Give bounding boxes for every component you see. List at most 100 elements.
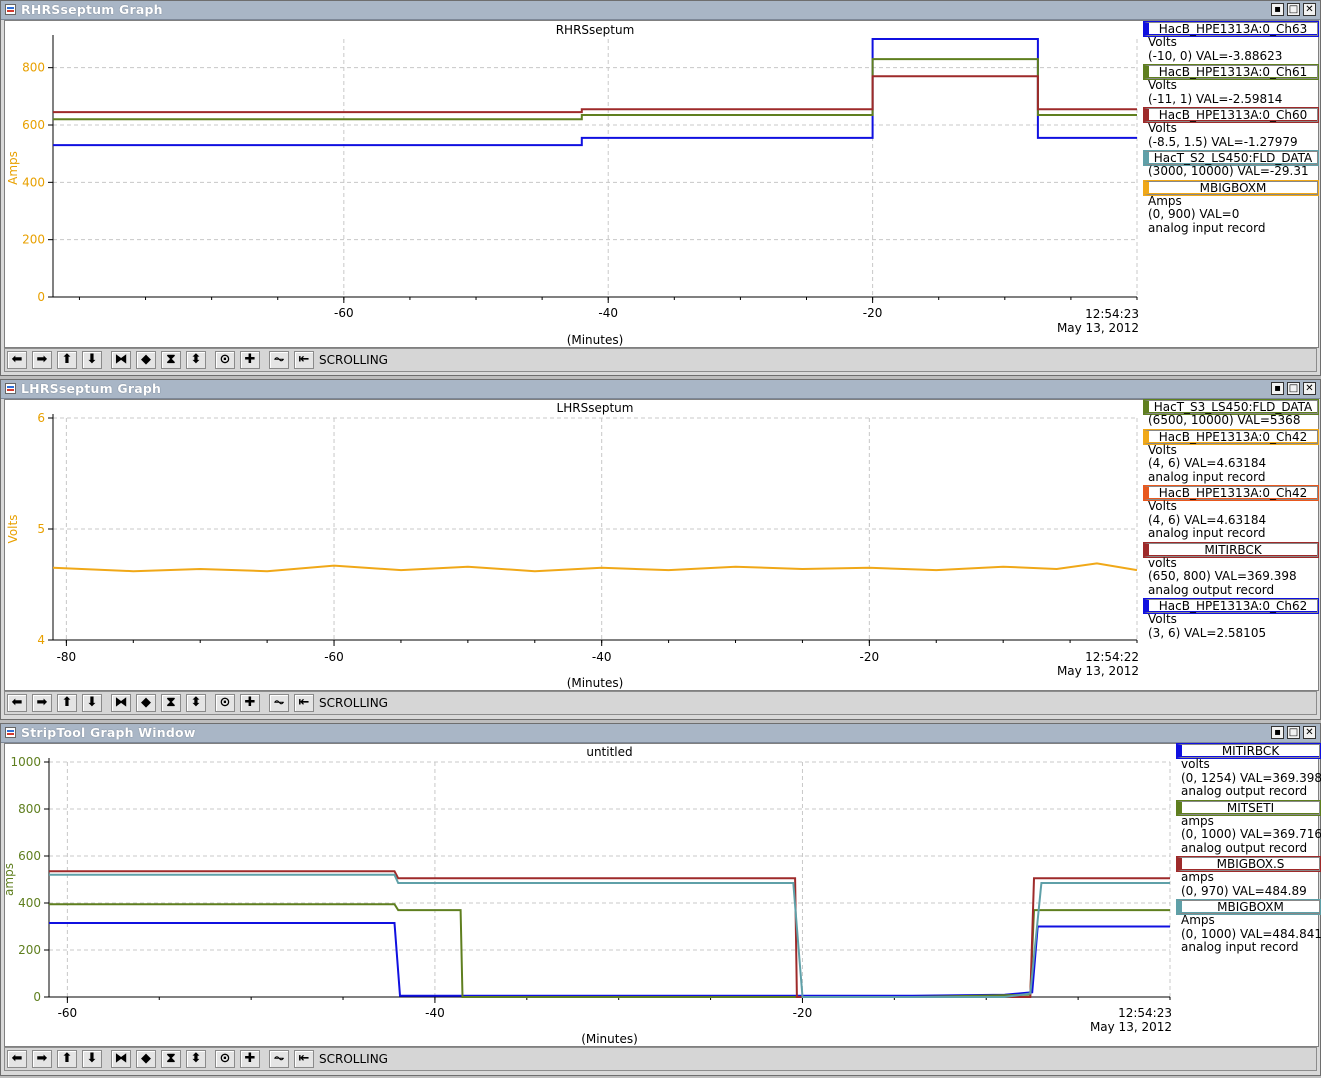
legend-item-name[interactable]: HacT_S2_LS450:FLD_DATA [1144, 151, 1318, 165]
y-tick-label: 800 [18, 802, 41, 816]
pan-up-button[interactable]: ⬆ [57, 351, 77, 369]
chart-plot[interactable]: 4 5 6 -80 -60 -40 -20 LHRSseptum (Minutes) Volts 1… [5, 400, 1142, 690]
graph-area[interactable]: 0 200 400 600 800 -60 -40 -20 RHRSseptum (Minutes… [4, 20, 1319, 348]
close-button[interactable]: ✕ [1303, 382, 1316, 395]
pan-right-button[interactable]: ➡ [32, 694, 52, 712]
zoom-out-x-button[interactable]: ◆ [136, 1050, 156, 1068]
reset-button[interactable]: ✚ [240, 694, 260, 712]
x-axis-label: (Minutes) [567, 676, 624, 690]
zoom-in-x-button[interactable]: ⧓ [111, 694, 131, 712]
reset-button[interactable]: ✚ [240, 1050, 260, 1068]
zoom-in-x-button[interactable]: ⧓ [111, 1050, 131, 1068]
y-tick-label: 400 [22, 175, 45, 189]
zoom-in-x-button[interactable]: ⧓ [111, 351, 131, 369]
legend-item-name[interactable]: MITIRBCK [1177, 744, 1320, 758]
close-button[interactable]: ✕ [1303, 726, 1316, 739]
zoom-out-x-button[interactable]: ◆ [136, 351, 156, 369]
window-title: RHRSseptum Graph [21, 2, 163, 17]
auto-scale-button[interactable]: ⊙ [215, 351, 235, 369]
y-axis-label: amps [5, 863, 16, 896]
legend-item-name[interactable]: MBIGBOXM [1177, 900, 1320, 914]
title-bar[interactable]: RHRSseptum Graph ▪ □ ✕ [1, 1, 1320, 20]
pan-up-button[interactable]: ⬆ [57, 1050, 77, 1068]
reset-button[interactable]: ✚ [240, 351, 260, 369]
graph-area[interactable]: 4 5 6 -80 -60 -40 -20 LHRSseptum (Minutes) Volts 1… [4, 399, 1319, 691]
close-button[interactable]: ✕ [1303, 3, 1316, 16]
legend-item-detail: Volts [1148, 35, 1177, 49]
legend-item-name[interactable]: MBIGBOXM [1144, 180, 1318, 195]
legend-item-name[interactable]: HacB_HPE1313A:0_Ch63 [1144, 22, 1318, 36]
series-line [53, 75, 1137, 114]
legend-item-detail: (4, 6) VAL=4.63184 [1148, 456, 1267, 470]
legend-item-name[interactable]: HacB_HPE1313A:0_Ch42 [1144, 486, 1318, 500]
pan-right-button[interactable]: ➡ [32, 351, 52, 369]
zoom-out-y-button[interactable]: ⬍ [186, 1050, 206, 1068]
legend-item-detail: (3, 6) VAL=2.58105 [1148, 625, 1267, 640]
pan-down-button[interactable]: ⬇ [82, 694, 102, 712]
x-axis-label: (Minutes) [567, 333, 624, 347]
legend-item-detail: Volts [1148, 121, 1177, 135]
x-tick-label: -40 [425, 1006, 445, 1020]
legend-item-detail: (0, 970) VAL=484.89 [1181, 883, 1307, 898]
minimize-button[interactable]: ▪ [1271, 3, 1284, 16]
series-line [49, 922, 1170, 997]
legend-item-detail: amps [1181, 870, 1214, 884]
legend-item-name[interactable]: HacB_HPE1313A:0_Ch60 [1144, 108, 1318, 122]
x-tick-label: -20 [793, 1006, 813, 1020]
maximize-button[interactable]: □ [1287, 382, 1300, 395]
maximize-button[interactable]: □ [1287, 3, 1300, 16]
legend-item-name[interactable]: MBIGBOX.S [1177, 857, 1320, 871]
pan-left-button[interactable]: ⬅ [7, 694, 27, 712]
legend-item-name[interactable]: MITIRBCK [1144, 542, 1318, 557]
zoom-out-y-button[interactable]: ⬍ [186, 351, 206, 369]
auto-scale-button[interactable]: ⊙ [215, 694, 235, 712]
pan-left-button[interactable]: ⬅ [7, 351, 27, 369]
pan-right-button[interactable]: ➡ [32, 1050, 52, 1068]
y-tick-label: 1000 [10, 755, 41, 769]
graph-area[interactable]: 0 200 400 600 800 1000 -60 -40 -20 untitled (Minut… [4, 743, 1321, 1047]
title-bar[interactable]: StripTool Graph Window ▪ □ ✕ [1, 724, 1320, 743]
title-bar[interactable]: LHRSseptum Graph ▪ □ ✕ [1, 380, 1320, 399]
pan-down-button[interactable]: ⬇ [82, 1050, 102, 1068]
chart-plot[interactable]: 0 200 400 600 800 -60 -40 -20 RHRSseptum (Minutes… [5, 21, 1142, 347]
legend-item-name[interactable]: HacB_HPE1313A:0_Ch42 [1144, 429, 1318, 444]
legend: HacB_HPE1313A:0_Ch63 Volts (-10, 0) VAL=-3… [1144, 22, 1320, 342]
pan-left-button[interactable]: ⬅ [7, 1050, 27, 1068]
legend-item-detail: analog input record [1148, 220, 1266, 235]
legend-item-detail: (3000, 10000) VAL=-29.31 [1148, 164, 1309, 178]
x-tick-label: -60 [324, 650, 344, 664]
legend-item-name[interactable]: MITSETI [1177, 800, 1320, 815]
legend-item-name[interactable]: HacB_HPE1313A:0_Ch61 [1144, 65, 1318, 79]
resume-button[interactable]: ⇤ [294, 1050, 314, 1068]
resume-button[interactable]: ⇤ [294, 694, 314, 712]
legend-item-name[interactable]: HacT_S3_LS450:FLD_DATA [1144, 400, 1318, 414]
pause-button[interactable]: ⏦ [269, 1050, 289, 1068]
zoom-out-y-button[interactable]: ⬍ [186, 694, 206, 712]
minimize-button[interactable]: ▪ [1271, 726, 1284, 739]
legend-item-detail: Amps [1181, 913, 1215, 927]
zoom-out-x-button[interactable]: ◆ [136, 694, 156, 712]
app-icon [5, 4, 16, 15]
zoom-in-y-button[interactable]: ⧗ [161, 1050, 181, 1068]
legend-item-detail: volts [1181, 757, 1210, 771]
chart-plot[interactable]: 0 200 400 600 800 1000 -60 -40 -20 untitled (Minut… [5, 744, 1177, 1046]
time-label: 12:54:22 [1085, 650, 1139, 664]
y-tick-label: 6 [37, 411, 45, 425]
x-tick-label: -40 [592, 650, 612, 664]
date-label: May 13, 2012 [1057, 321, 1139, 335]
pause-button[interactable]: ⏦ [269, 351, 289, 369]
y-tick-label: 200 [18, 943, 41, 957]
minimize-button[interactable]: ▪ [1271, 382, 1284, 395]
window-title: LHRSseptum Graph [21, 381, 162, 396]
zoom-in-y-button[interactable]: ⧗ [161, 694, 181, 712]
y-tick-label: 0 [37, 290, 45, 304]
zoom-in-y-button[interactable]: ⧗ [161, 351, 181, 369]
pan-down-button[interactable]: ⬇ [82, 351, 102, 369]
auto-scale-button[interactable]: ⊙ [215, 1050, 235, 1068]
maximize-button[interactable]: □ [1287, 726, 1300, 739]
pause-button[interactable]: ⏦ [269, 694, 289, 712]
resume-button[interactable]: ⇤ [294, 351, 314, 369]
pan-up-button[interactable]: ⬆ [57, 694, 77, 712]
legend-item-name[interactable]: HacB_HPE1313A:0_Ch62 [1144, 599, 1318, 613]
lhrs-window: LHRSseptum Graph ▪ □ ✕ 4 5 6 -80 -60 -40 -20 LH… [0, 379, 1321, 720]
